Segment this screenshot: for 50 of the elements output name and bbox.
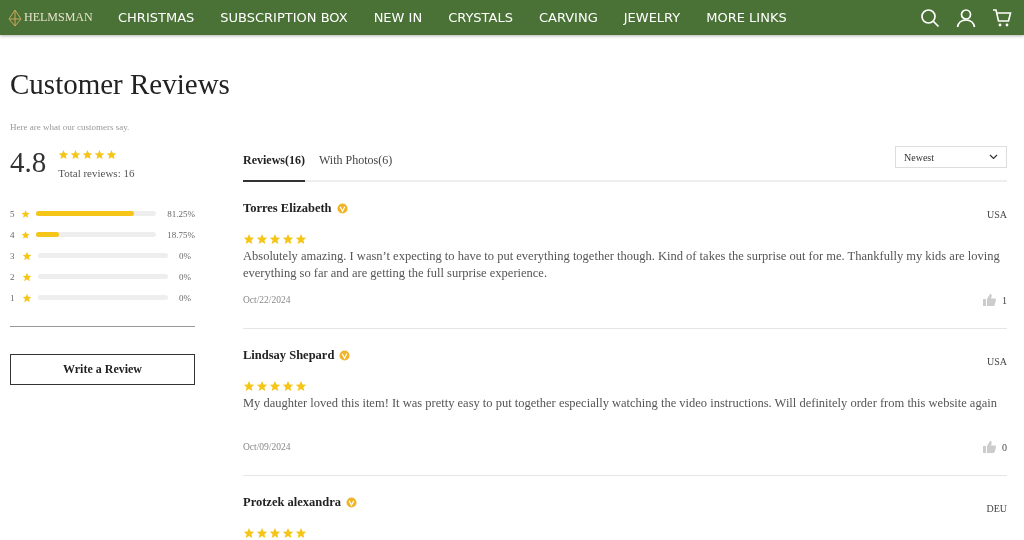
star-icon xyxy=(22,271,32,282)
user-icon[interactable] xyxy=(956,7,976,28)
cart-icon[interactable] xyxy=(992,7,1012,28)
review-text: Absolutely amazing. I wasn’t expecting to have to put everything together though. Kind of takes the surprise out for me. Thankfully my kids are loving everything so far and are getting the full surprise experience. xyxy=(243,248,1001,282)
star-icon xyxy=(22,250,32,261)
nav-link[interactable]: MORE LINKS xyxy=(706,10,787,25)
search-icon[interactable] xyxy=(920,7,940,28)
star-level-label: 3 xyxy=(10,250,16,261)
reviewer-name: Lindsay Shepard xyxy=(243,348,335,363)
star-icon xyxy=(21,208,31,219)
review-date: Oct/09/2024 xyxy=(243,442,291,452)
thumbs-up-icon[interactable] xyxy=(983,441,996,453)
star-level-label: 1 xyxy=(10,292,16,303)
nav-link[interactable]: CARVING xyxy=(538,10,598,25)
average-rating: 4.8 xyxy=(10,146,47,179)
review-tab[interactable]: Reviews(16) xyxy=(243,153,305,182)
like-count: 0 xyxy=(1002,441,1007,453)
nav-link[interactable]: NEW IN xyxy=(373,10,423,25)
gem-logo-icon xyxy=(8,8,22,27)
star-icon xyxy=(22,292,32,303)
review-tab[interactable]: With Photos(6) xyxy=(319,153,393,182)
star-level-label: 4 xyxy=(10,229,16,240)
rating-percent: 0% xyxy=(179,292,191,303)
nav-link[interactable]: SUBSCRIPTION BOX xyxy=(220,10,348,25)
star-level-label: 2 xyxy=(10,271,16,282)
reviewer-name: Protzek alexandra xyxy=(243,495,342,510)
star-icon xyxy=(21,229,31,240)
review-date: Oct/22/2024 xyxy=(243,295,291,305)
nav-link[interactable]: CRYSTALS xyxy=(448,10,513,25)
write-review-button[interactable]: Write a Review xyxy=(10,354,195,385)
chevron-down-icon xyxy=(989,154,998,160)
sort-dropdown[interactable]: Newest xyxy=(895,146,1007,168)
review-country: USA xyxy=(987,209,1007,220)
rating-percent: 18.75% xyxy=(167,229,195,240)
like-count: 1 xyxy=(1002,294,1007,306)
total-reviews: Total reviews: 16 xyxy=(58,167,135,179)
star-level-label: 5 xyxy=(10,208,16,219)
reviewer-name: Torres Elizabeth xyxy=(243,201,332,216)
page-subtitle: Here are what our customers say. xyxy=(10,122,131,132)
rating-percent: 0% xyxy=(179,250,191,261)
review-country: DEU xyxy=(986,503,1007,514)
rating-percent: 81.25% xyxy=(167,208,195,219)
brand-name[interactable]: HELMSMAN xyxy=(24,10,93,25)
rating-percent: 0% xyxy=(179,271,191,282)
page-title: Customer Reviews xyxy=(10,68,231,101)
nav-link[interactable]: CHRISTMAS xyxy=(118,10,195,25)
thumbs-up-icon[interactable] xyxy=(983,294,996,306)
review-text: My daughter loved this item! It was pretty easy to put together especially watching the video instructions. Will definitely order from this website again xyxy=(243,395,998,412)
review-country: USA xyxy=(987,356,1007,367)
nav-link[interactable]: JEWELRY xyxy=(623,10,681,25)
